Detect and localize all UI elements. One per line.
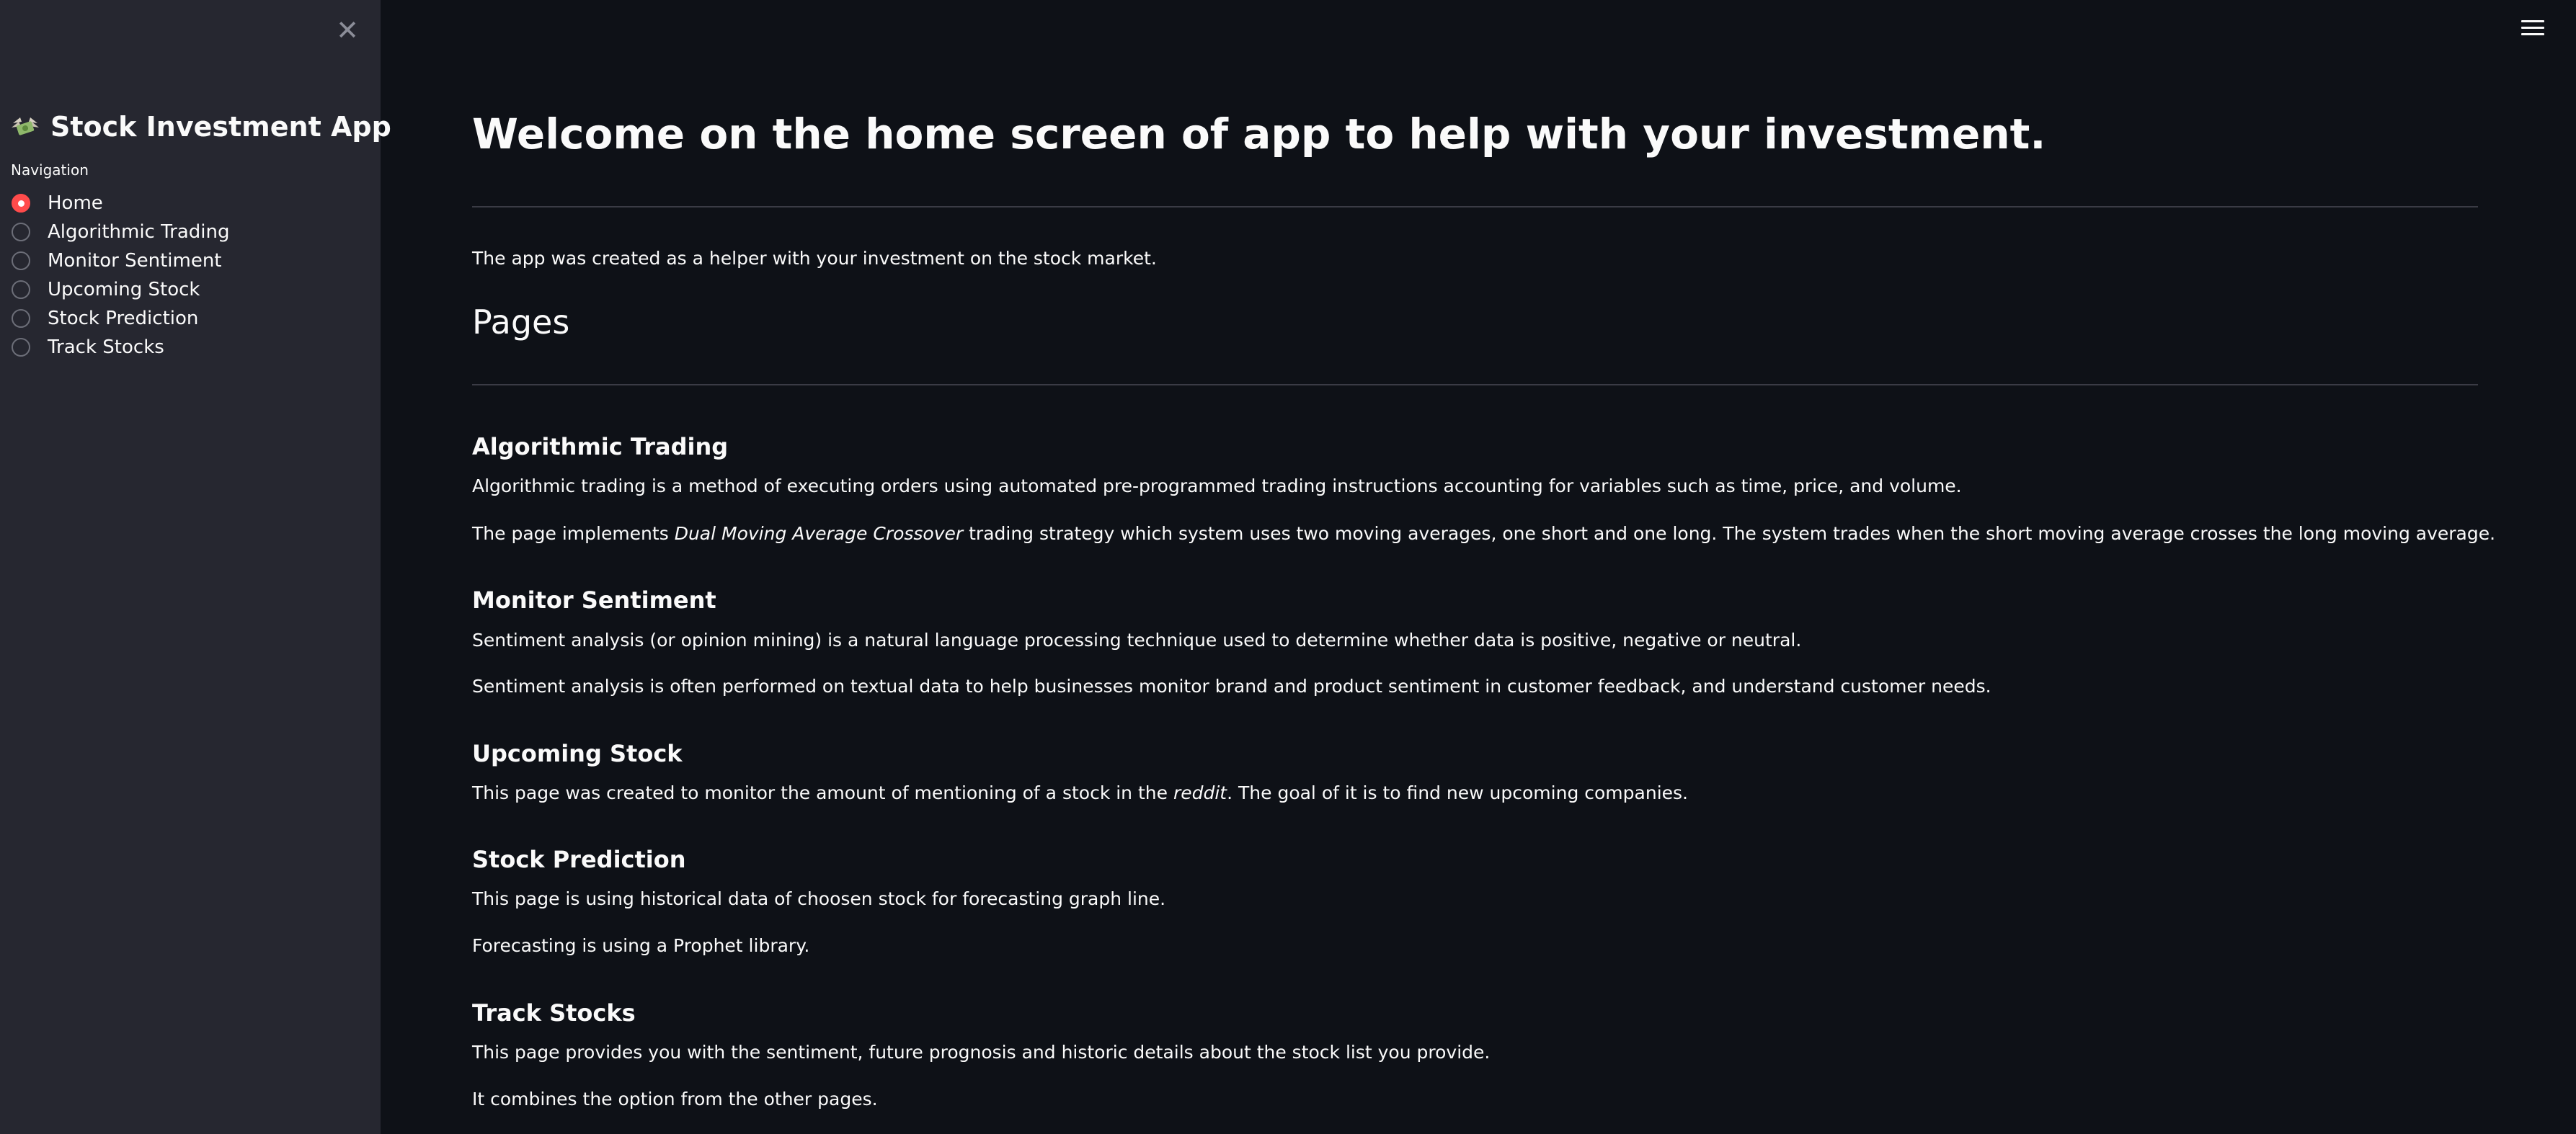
nav-item-home[interactable]: Home <box>12 189 230 218</box>
algo-paragraph-1: Algorithmic trading is a method of execu… <box>472 476 1962 496</box>
track-paragraph-1: This page provides you with the sentimen… <box>472 1042 1491 1063</box>
track-paragraph-2: It combines the option from the other pa… <box>472 1089 878 1110</box>
nav-item-label: Monitor Sentiment <box>48 250 222 272</box>
radio-icon[interactable] <box>12 223 30 241</box>
divider <box>472 384 2478 385</box>
section-heading-algorithmic-trading: Algorithmic Trading <box>472 433 729 460</box>
strategy-name: Dual Moving Average Crossover <box>674 523 964 544</box>
nav-item-monitor-sentiment[interactable]: Monitor Sentiment <box>12 246 230 275</box>
algo-paragraph-2: The page implements Dual Moving Average … <box>472 523 2496 544</box>
prediction-paragraph-1: This page is using historical data of ch… <box>472 888 1166 909</box>
upcoming-paragraph-1: This page was created to monitor the amo… <box>472 782 1688 803</box>
section-heading-track-stocks: Track Stocks <box>472 999 636 1027</box>
nav-item-label: Algorithmic Trading <box>48 221 230 243</box>
money-with-wings-icon <box>12 117 39 135</box>
nav-item-track-stocks[interactable]: Track Stocks <box>12 333 230 362</box>
sentiment-paragraph-1: Sentiment analysis (or opinion mining) i… <box>472 630 1802 651</box>
nav-item-label: Track Stocks <box>48 336 164 358</box>
radio-icon[interactable] <box>12 251 30 270</box>
reddit-emphasis: reddit <box>1173 782 1227 803</box>
section-heading-monitor-sentiment: Monitor Sentiment <box>472 586 716 614</box>
nav-item-label: Stock Prediction <box>48 308 199 329</box>
section-heading-stock-prediction: Stock Prediction <box>472 846 686 873</box>
radio-selected-icon[interactable] <box>12 194 30 213</box>
nav-item-label: Upcoming Stock <box>48 279 200 300</box>
section-heading-upcoming-stock: Upcoming Stock <box>472 740 683 767</box>
intro-text: The app was created as a helper with you… <box>472 248 1157 269</box>
prediction-paragraph-2: Forecasting is using a Prophet library. <box>472 935 810 956</box>
sidebar: ✕ Stock Investment App Navigation Home A… <box>0 0 391 1134</box>
sentiment-paragraph-2: Sentiment analysis is often performed on… <box>472 676 1991 697</box>
radio-icon[interactable] <box>12 280 30 299</box>
nav-item-algorithmic-trading[interactable]: Algorithmic Trading <box>12 218 230 246</box>
radio-icon[interactable] <box>12 309 30 328</box>
close-icon[interactable]: ✕ <box>333 16 362 45</box>
page-title: Welcome on the home screen of app to hel… <box>472 110 2046 159</box>
nav-radio-group: Home Algorithmic Trading Monitor Sentime… <box>12 189 230 362</box>
hamburger-menu-icon[interactable] <box>2521 20 2544 40</box>
nav-item-upcoming-stock[interactable]: Upcoming Stock <box>12 275 230 304</box>
app-root: ✕ Stock Investment App Navigation Home A… <box>0 0 2576 1134</box>
nav-item-label: Home <box>48 192 103 214</box>
nav-label: Navigation <box>11 161 89 179</box>
radio-icon[interactable] <box>12 338 30 357</box>
nav-item-stock-prediction[interactable]: Stock Prediction <box>12 304 230 333</box>
app-title: Stock Investment App <box>50 111 391 143</box>
pages-heading: Pages <box>472 303 570 341</box>
divider <box>472 206 2478 207</box>
sidebar-brand: Stock Investment App <box>10 108 391 146</box>
